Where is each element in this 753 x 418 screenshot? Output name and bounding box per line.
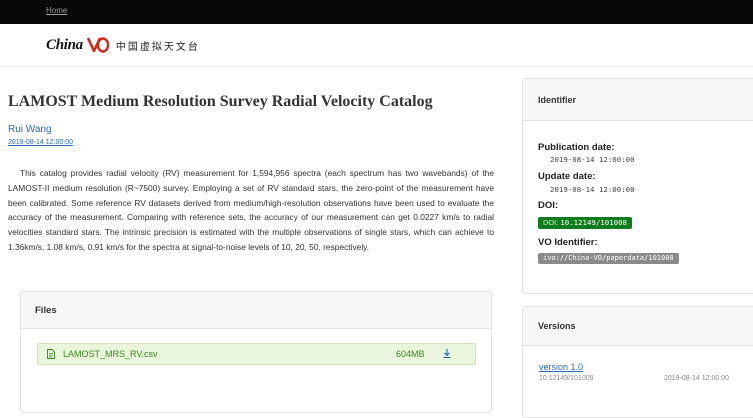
- file-row[interactable]: LAMOST_MRS_RV.csv 604MB: [37, 343, 476, 365]
- doi-badge[interactable]: DOI: 10.12149/101008: [538, 217, 633, 229]
- files-heading: Files: [21, 292, 491, 329]
- header-divider: [0, 66, 753, 67]
- identifier-panel: Identifier Publication date: 2019-08-14 …: [522, 78, 753, 294]
- logo-text: China: [46, 36, 83, 53]
- publication-date-label: Publication date:: [538, 142, 615, 153]
- update-date-value: 2019-08-14 12:00:00: [550, 185, 635, 194]
- file-icon: [47, 349, 55, 359]
- file-name-link[interactable]: LAMOST_MRS_RV.csv: [63, 349, 158, 359]
- update-date-label: Update date:: [538, 171, 596, 182]
- abstract-text: This catalog provides radial velocity (R…: [8, 168, 494, 252]
- vo-identifier-label: VO Identifier:: [538, 237, 598, 248]
- doi-label: DOI:: [538, 200, 559, 211]
- versions-heading: Versions: [523, 307, 753, 346]
- identifier-heading: Identifier: [523, 79, 753, 121]
- version-doi: 10.12149/101009: [539, 375, 594, 382]
- version-link[interactable]: version 1.0: [539, 362, 583, 372]
- download-icon[interactable]: [442, 348, 452, 359]
- vo-identifier-badge[interactable]: ivo://China-VO/paperdata/101008: [538, 253, 679, 264]
- file-size: 604MB: [396, 349, 425, 359]
- files-panel: Files LAMOST_MRS_RV.csv 604MB: [20, 291, 492, 413]
- page-title: LAMOST Medium Resolution Survey Radial V…: [8, 93, 433, 110]
- vo-logo-icon: [86, 37, 110, 53]
- author-link[interactable]: Rui Wang: [8, 124, 52, 135]
- china-vo-logo[interactable]: China 中国虚拟天文台: [46, 34, 200, 56]
- version-date: 2019-08-14 12:00:00: [664, 375, 729, 382]
- doi-badge-value: 10.12149/101008: [560, 218, 628, 227]
- versions-panel: Versions version 1.0 10.12149/101009 201…: [522, 306, 753, 418]
- doi-badge-prefix: DOI:: [543, 218, 559, 227]
- publish-date: 2019-08-14 12:00:00: [8, 139, 73, 146]
- home-link[interactable]: Home: [46, 6, 67, 15]
- publication-date-value: 2019-08-14 12:00:00: [550, 155, 635, 164]
- logo-chinese-text: 中国虚拟天文台: [115, 41, 200, 53]
- top-nav-bar: Home: [0, 0, 753, 24]
